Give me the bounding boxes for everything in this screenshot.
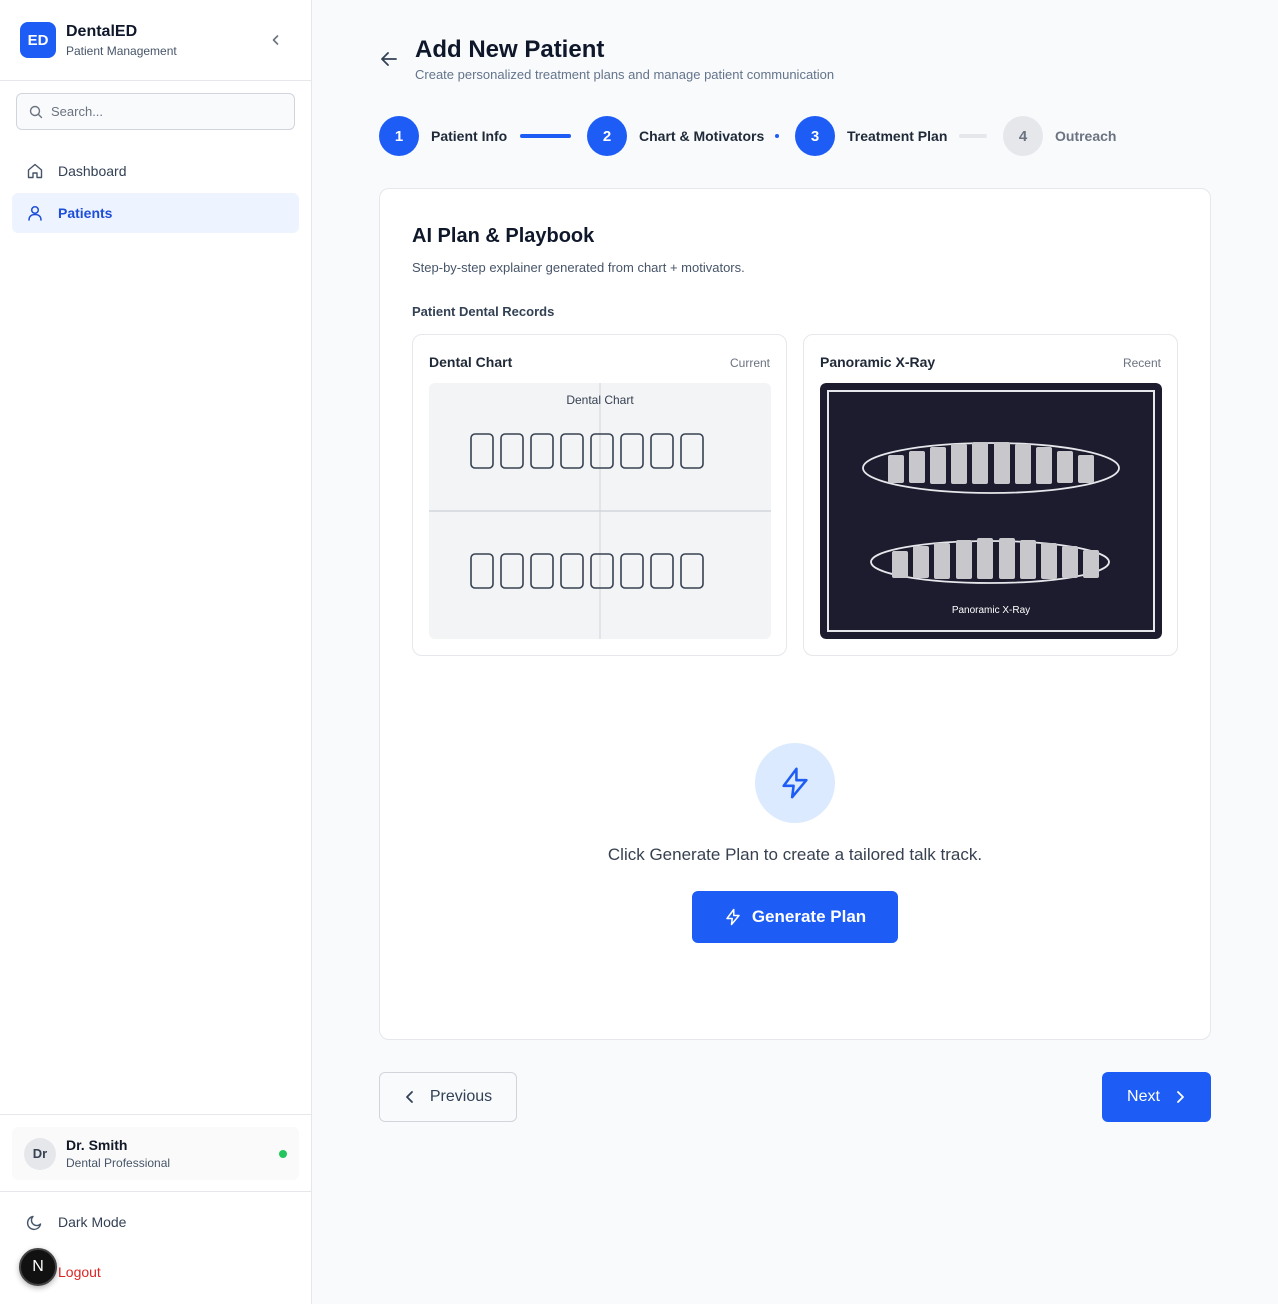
avatar: Dr [24,1137,56,1170]
search-input[interactable] [51,104,271,119]
step-4-label[interactable]: Outreach [1055,128,1116,144]
back-button[interactable] [378,48,400,70]
ai-plan-card: AI Plan & Playbook Step-by-step explaine… [379,188,1211,1040]
user-profile[interactable]: Dr Dr. Smith Dental Professional [12,1127,299,1180]
step-1-label[interactable]: Patient Info [431,128,507,144]
dental-chart-illustration: Dental Chart [429,383,771,639]
page-title: Add New Patient [415,36,605,63]
sidebar-item-label: Dashboard [58,163,127,179]
brand-subtitle: Patient Management [66,43,177,58]
card-title: AI Plan & Playbook [412,225,595,247]
lightning-icon [726,908,740,926]
sidebar-item-dashboard[interactable]: Dashboard [12,151,299,191]
step-connector-2 [775,134,779,138]
step-3-circle[interactable]: 3 [795,116,835,156]
xray-caption: Panoramic X-Ray [952,605,1030,616]
dental-chart-caption: Dental Chart [566,393,634,407]
sidebar-item-label: Patients [58,205,113,221]
empty-state-text: Click Generate Plan to create a tailored… [607,845,983,864]
step-2-circle[interactable]: 2 [587,116,627,156]
lightning-icon [782,767,808,799]
page-subtitle: Create personalized treatment plans and … [415,67,835,82]
lightning-icon-badge [755,743,835,823]
chevron-right-icon [1177,1091,1184,1103]
step-4-circle[interactable]: 4 [1003,116,1043,156]
step-connector-1 [520,134,571,138]
logout-button[interactable]: Logout [58,1264,101,1280]
record-tag: Recent [1122,356,1161,370]
record-title: Panoramic X-Ray [820,354,936,370]
dental-chart-image: Dental Chart [429,383,771,639]
chevron-left-icon [405,1091,413,1103]
brand-header: ED DentalED Patient Management [0,0,311,81]
records-label: Patient Dental Records [412,304,555,319]
home-icon [27,163,43,179]
record-tag: Current [729,356,770,370]
xray-illustration: Panoramic X-Ray [820,383,1162,639]
search-icon [29,105,43,118]
dental-chart-record[interactable]: Dental Chart Current Dental Chart [412,334,787,656]
brand-logo[interactable]: ED [20,22,56,58]
collapse-sidebar-button[interactable] [267,31,285,49]
sidebar-item-patients[interactable]: Patients [12,193,299,233]
brand-text: DentalED Patient Management [66,23,177,58]
step-1-circle[interactable]: 1 [379,116,419,156]
previous-label: Previous [429,1088,493,1105]
user-profile-section: Dr Dr. Smith Dental Professional [0,1114,311,1192]
user-role: Dental Professional [66,1156,171,1170]
step-3-label[interactable]: Treatment Plan [847,128,947,144]
dark-mode-label: Dark Mode [58,1214,127,1230]
framework-badge[interactable]: N [19,1248,57,1286]
previous-button[interactable]: Previous [379,1072,517,1122]
moon-icon [26,1215,42,1231]
user-text: Dr. Smith Dental Professional [66,1137,170,1170]
xray-record[interactable]: Panoramic X-Ray Recent Panoramic X-Ray [803,334,1178,656]
user-name: Dr. Smith [66,1137,128,1153]
online-status-dot [279,1150,287,1158]
generate-plan-label: Generate Plan [751,907,867,926]
sidebar-nav: Dashboard Patients [12,151,299,235]
record-title: Dental Chart [429,354,513,370]
step-connector-3 [959,134,987,138]
xray-image: Panoramic X-Ray [820,383,1162,639]
next-label: Next [1127,1088,1160,1105]
arrow-left-icon [381,52,397,66]
chevron-left-icon [272,35,279,45]
user-icon [28,205,42,221]
brand-name: DentalED [66,22,138,40]
step-2-label[interactable]: Chart & Motivators [639,128,764,144]
generate-plan-button[interactable]: Generate Plan [692,891,898,943]
dark-mode-toggle[interactable]: Dark Mode [26,1213,126,1231]
card-subtitle: Step-by-step explainer generated from ch… [412,260,745,275]
next-button[interactable]: Next [1102,1072,1211,1122]
search-box[interactable] [16,93,295,130]
sidebar: ED DentalED Patient Management Dashboard… [0,0,312,1304]
